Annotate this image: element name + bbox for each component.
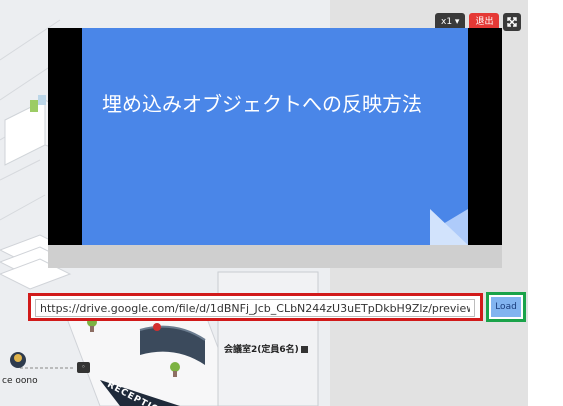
slide-title: 埋め込みオブジェクトへの反映方法 [102,92,422,116]
load-button-highlight: Load [486,292,526,322]
calendar-icon[interactable] [300,346,308,353]
right-margin [528,0,563,406]
url-input-highlight [28,293,483,321]
slide: 埋め込みオブジェクトへの反映方法 [82,28,468,245]
chat-icon[interactable]: ◦ [77,362,90,373]
load-button[interactable]: Load [491,297,521,317]
page-fold-icon [430,209,468,245]
url-input[interactable] [35,299,475,317]
slide-frame[interactable]: 埋め込みオブジェクトへの反映方法 [48,28,502,245]
room-label: 会議室2(定員6名) [224,342,308,355]
expand-icon[interactable] [503,13,522,31]
user-name-label: ce oono [2,376,38,386]
